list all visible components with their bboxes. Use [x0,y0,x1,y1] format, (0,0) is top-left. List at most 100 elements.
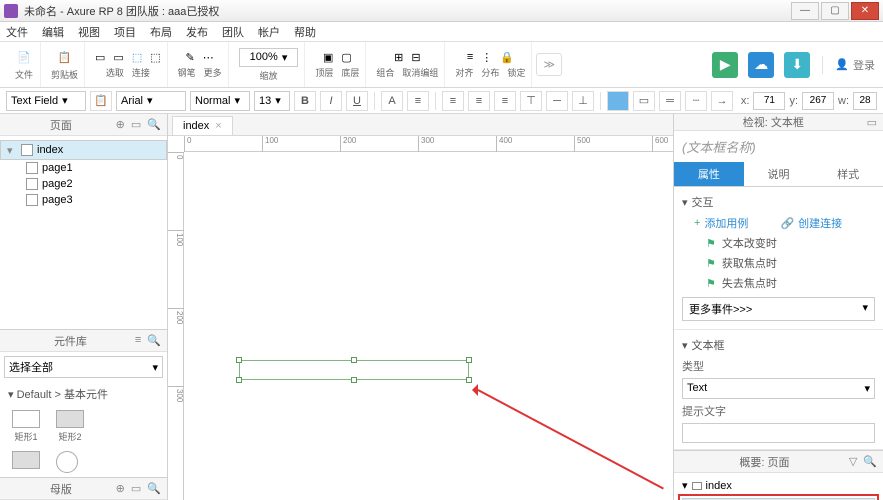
outline-search-icon[interactable]: 🔍 [863,455,877,468]
add-page-icon[interactable]: ⊕ [116,118,125,131]
underline-button[interactable]: U [346,91,368,111]
lib-menu-icon[interactable]: ≡ [135,334,141,347]
library-select[interactable]: 选择全部▾ [4,356,163,378]
minimize-button[interactable]: — [791,2,819,20]
size-select[interactable]: 13▾ [254,91,290,111]
y-input[interactable] [802,92,834,110]
dist-icon[interactable]: ⋮ [481,51,492,64]
library-panel: 元件库≡🔍 选择全部▾ ▾ Default > 基本元件 矩形1 矩形2 [0,329,167,477]
hint-input[interactable] [682,423,875,443]
menu-view[interactable]: 视图 [78,24,100,40]
align-top-button[interactable]: ⊤ [520,91,542,111]
group-icon[interactable]: ⊞ [394,51,403,64]
ungroup-icon[interactable]: ⊟ [411,51,420,64]
lib-search-icon[interactable]: 🔍 [147,334,161,347]
inspector-popout-icon[interactable]: ▭ [867,116,877,129]
w-input[interactable] [853,92,877,110]
textfield-section[interactable]: ▾文本框 [682,334,875,356]
menu-file[interactable]: 文件 [6,24,28,40]
master-search-icon[interactable]: 🔍 [147,482,161,495]
tab-notes[interactable]: 说明 [744,162,814,186]
more-icon[interactable]: ⋯ [203,51,214,64]
widget-name-field[interactable]: (文本框名称) [674,131,883,162]
align-right-button[interactable]: ≡ [494,91,516,111]
tool-clipboard[interactable]: 📋 剪贴板 [45,42,85,87]
back-icon[interactable]: ▢ [341,51,351,64]
widget-rect1[interactable]: 矩形1 [12,410,40,443]
text-color-button[interactable]: A [381,91,403,111]
menu-help[interactable]: 帮助 [294,24,316,40]
arrow-button[interactable]: → [711,91,733,111]
align-center-button[interactable]: ≡ [468,91,490,111]
widget-type-select[interactable]: Text Field▾ [6,91,86,111]
login-button[interactable]: 👤登录 [835,57,875,73]
bullets-button[interactable]: ≡ [407,91,429,111]
toolbar-overflow[interactable]: ≫ [536,53,562,76]
outline-highlight: (文本框) (矩形) [678,494,879,500]
event-focus[interactable]: ⚑获取焦点时 [682,253,875,273]
page-page3[interactable]: page3 [0,192,167,208]
menu-account[interactable]: 帐户 [258,24,280,40]
lib-section[interactable]: ▾ Default > 基本元件 [0,382,167,406]
align-left-button[interactable]: ≡ [442,91,464,111]
publish-button[interactable]: ⬇ [784,52,810,78]
page-page1[interactable]: page1 [0,160,167,176]
align-icon[interactable]: ≡ [467,51,473,63]
widget-rect2[interactable]: 矩形2 [56,410,84,443]
align-bot-button[interactable]: ⊥ [572,91,594,111]
outline-index[interactable]: ▾index [678,477,879,494]
tab-index[interactable]: index× [172,116,233,135]
add-case-link[interactable]: +添加用例 [682,213,748,233]
preview-button[interactable]: ▶ [712,52,738,78]
maximize-button[interactable]: ▢ [821,2,849,20]
italic-button[interactable]: I [320,91,342,111]
page-index[interactable]: ▾index [0,140,167,160]
type-select[interactable]: Text▾ [682,378,875,399]
widget-circle[interactable] [56,451,78,473]
interaction-section[interactable]: ▾交互 [682,191,875,213]
event-text-change[interactable]: ⚑文本改变时 [682,233,875,253]
menu-publish[interactable]: 发布 [186,24,208,40]
connect-icon-2[interactable]: ⬚ [150,51,160,64]
weight-select[interactable]: Normal▾ [190,91,250,111]
tool-file[interactable]: 📄 文件 [8,42,41,87]
fill-button[interactable] [607,91,629,111]
lock-icon[interactable]: 🔒 [500,51,514,64]
tab-close-icon[interactable]: × [215,120,221,132]
menu-team[interactable]: 团队 [222,24,244,40]
zoom-select[interactable]: 100%▾ [239,48,299,67]
line-style-button[interactable]: ┄ [685,91,707,111]
x-input[interactable] [753,92,785,110]
more-events-select[interactable]: 更多事件>>>▾ [682,297,875,321]
line-width-button[interactable]: ═ [659,91,681,111]
select-icon-2[interactable]: ▭ [113,51,123,64]
menu-layout[interactable]: 布局 [150,24,172,40]
event-blur[interactable]: ⚑失去焦点时 [682,273,875,293]
share-button[interactable]: ☁ [748,52,774,78]
font-select[interactable]: Arial▾ [116,91,186,111]
page-page2[interactable]: page2 [0,176,167,192]
create-link[interactable]: 🔗创建连接 [768,213,842,233]
search-icon[interactable]: 🔍 [147,118,161,131]
add-folder-icon[interactable]: ▭ [131,118,141,131]
copy-style-button[interactable]: 📋 [90,91,112,111]
selected-text-field[interactable] [239,360,469,380]
menu-project[interactable]: 项目 [114,24,136,40]
connect-icon[interactable]: ⬚ [132,51,142,64]
outline-filter-icon[interactable]: ▽ [849,455,857,468]
widget-rect3[interactable] [12,451,40,473]
master-folder-icon[interactable]: ▭ [131,482,141,495]
bold-button[interactable]: B [294,91,316,111]
pen-icon[interactable]: ✎ [186,51,195,64]
select-icon[interactable]: ▭ [95,51,105,64]
border-button[interactable]: ▭ [633,91,655,111]
menu-edit[interactable]: 编辑 [42,24,64,40]
menu-bar: 文件 编辑 视图 项目 布局 发布 团队 帐户 帮助 [0,22,883,42]
close-button[interactable]: ✕ [851,2,879,20]
canvas[interactable] [184,152,673,500]
add-master-icon[interactable]: ⊕ [116,482,125,495]
front-icon[interactable]: ▣ [323,51,333,64]
align-mid-button[interactable]: ─ [546,91,568,111]
tab-style[interactable]: 样式 [813,162,883,186]
tab-properties[interactable]: 属性 [674,162,744,186]
